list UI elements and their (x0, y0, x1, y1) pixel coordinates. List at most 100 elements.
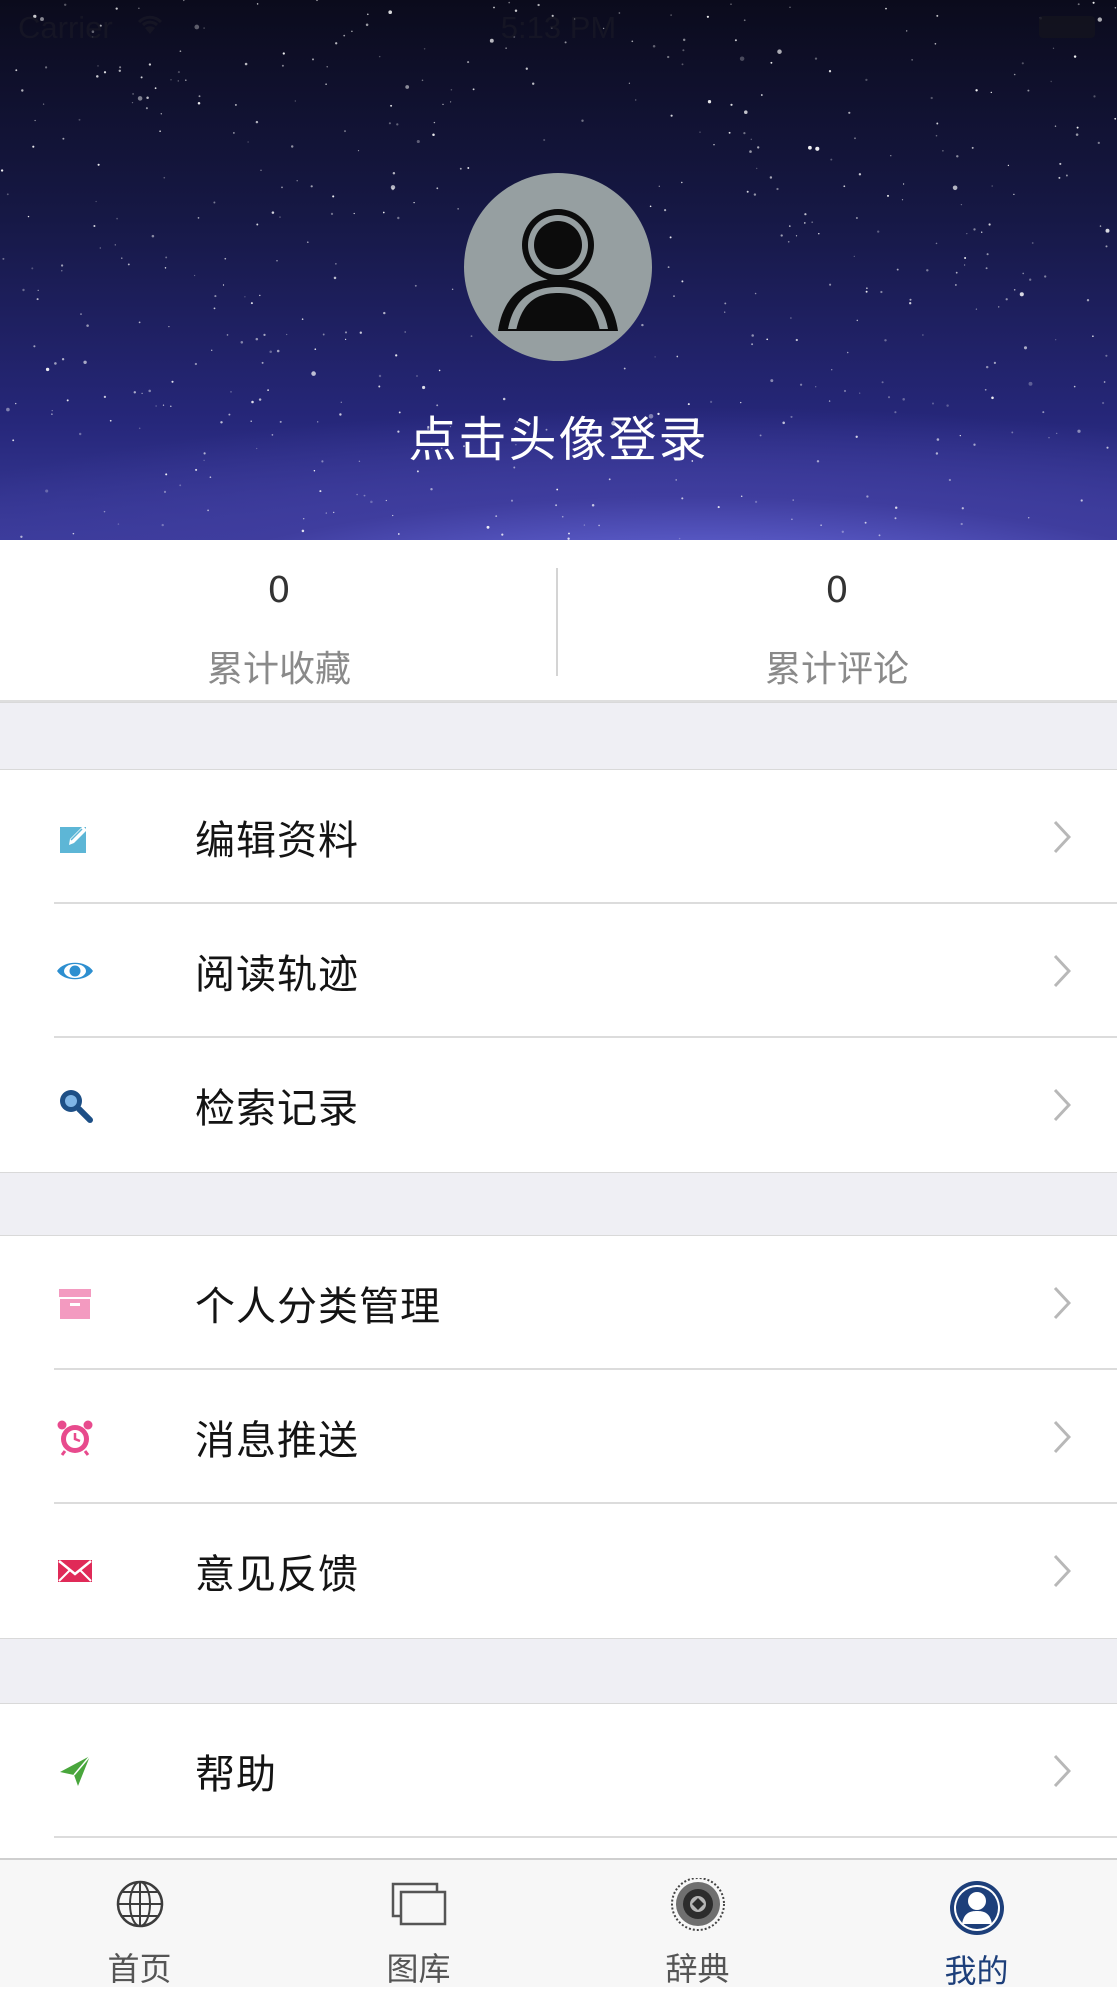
star (820, 524, 822, 526)
star (290, 145, 294, 148)
star (598, 524, 600, 527)
star (276, 349, 280, 353)
star (634, 99, 637, 101)
menu-item-search-history[interactable]: 检索记录 (0, 1038, 1117, 1172)
star (119, 66, 122, 69)
star (171, 380, 174, 383)
star (353, 212, 355, 215)
star (846, 351, 849, 354)
star (828, 70, 832, 73)
star (1103, 381, 1106, 383)
star (754, 500, 758, 504)
menu-item-edit-profile[interactable]: 编辑资料 (0, 770, 1117, 904)
star (749, 150, 752, 153)
star (103, 510, 106, 513)
star (185, 79, 187, 81)
star (86, 324, 89, 327)
star (450, 88, 453, 91)
star (392, 514, 394, 517)
menu-item-label: 编辑资料 (195, 818, 359, 864)
menu-item-category-management[interactable]: 个人分类管理 (0, 1236, 1117, 1370)
star (15, 69, 18, 72)
star (132, 92, 135, 95)
menu-item-help[interactable]: 帮助 (0, 1704, 1117, 1838)
star (681, 497, 684, 500)
star (179, 484, 182, 487)
star (261, 361, 264, 364)
star (1093, 95, 1096, 98)
star (378, 385, 381, 388)
star (658, 185, 660, 187)
star (1021, 62, 1024, 65)
menu-item-push-notifications[interactable]: 消息推送 (0, 1370, 1117, 1504)
star (1027, 89, 1030, 92)
star (676, 355, 679, 358)
star (1114, 117, 1117, 120)
star (510, 499, 514, 502)
star (894, 506, 898, 509)
star (332, 195, 335, 198)
star (42, 103, 45, 105)
tab-profile[interactable]: 我的 (837, 1860, 1116, 1990)
star (2, 257, 5, 260)
star (470, 335, 473, 338)
star (866, 287, 868, 290)
star (909, 302, 912, 305)
star (675, 479, 678, 481)
star (1005, 298, 1008, 301)
star (591, 503, 595, 507)
star (724, 302, 727, 305)
star (234, 103, 237, 106)
star (1073, 385, 1076, 388)
menu-item-feedback[interactable]: 意见反馈 (0, 1504, 1117, 1638)
star (964, 257, 967, 259)
favorites-stat[interactable]: 0 累计收藏 (0, 540, 558, 700)
avatar[interactable] (464, 173, 652, 361)
menu-item-reading-history[interactable]: 阅读轨迹 (0, 904, 1117, 1038)
star (990, 91, 993, 94)
star (623, 367, 626, 370)
battery-icon (1039, 16, 1095, 38)
star (935, 134, 938, 137)
star (811, 221, 814, 224)
star (896, 268, 899, 271)
star (224, 257, 227, 260)
star (382, 211, 385, 214)
star (301, 318, 304, 320)
tab-home[interactable]: 首页 (0, 1860, 279, 1988)
star (922, 334, 924, 336)
menu-item-label: 意见反馈 (195, 1552, 359, 1598)
star (21, 89, 24, 92)
star (325, 512, 327, 514)
star (177, 80, 180, 82)
star (973, 228, 976, 231)
globe-icon (116, 1880, 163, 1928)
star (311, 371, 316, 376)
comments-stat[interactable]: 0 累计评论 (558, 540, 1116, 700)
star (197, 101, 201, 105)
star (230, 391, 232, 393)
star (45, 66, 48, 69)
star (486, 525, 490, 529)
tab-gallery[interactable]: 图库 (279, 1860, 558, 1988)
star (985, 267, 988, 270)
star (319, 490, 322, 493)
star (815, 146, 820, 151)
star (681, 63, 684, 66)
tab-dictionary[interactable]: 辞典 (558, 1860, 837, 1988)
tab-label: 我的 (944, 1952, 1009, 1990)
star (760, 94, 763, 96)
star (96, 75, 99, 78)
login-prompt[interactable]: 点击头像登录 (0, 400, 1117, 470)
star (770, 61, 773, 64)
star (525, 67, 528, 70)
star (884, 339, 887, 342)
star (244, 62, 248, 66)
star (413, 201, 415, 204)
star (256, 223, 259, 226)
star (1007, 164, 1010, 167)
star (555, 504, 558, 507)
star (792, 499, 794, 501)
star (159, 130, 161, 132)
chevron-right-icon (1053, 1554, 1071, 1588)
